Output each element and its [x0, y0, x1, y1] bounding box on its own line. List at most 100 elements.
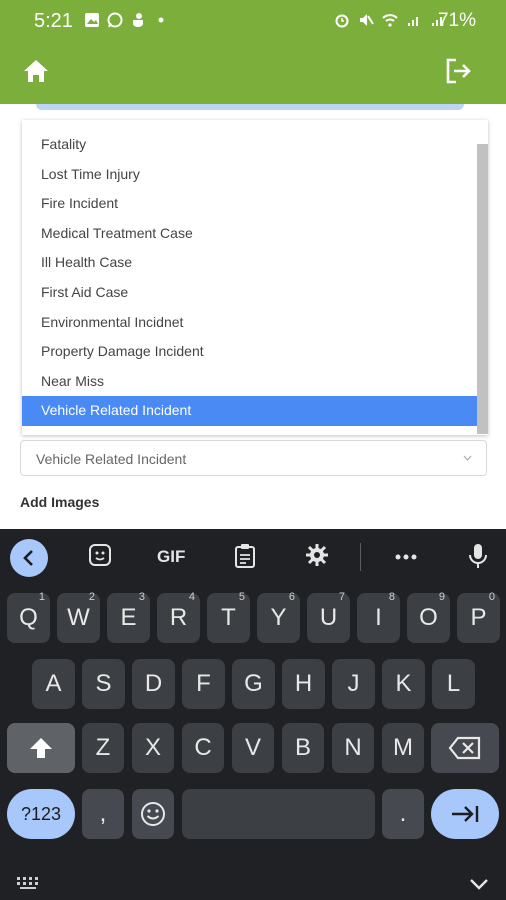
key-hint: 4	[188, 591, 195, 603]
key-label: N	[344, 734, 362, 761]
logout-icon[interactable]	[444, 57, 472, 85]
emoji-key[interactable]	[132, 789, 174, 839]
dropdown-options: Fatality Lost Time Injury Fire Incident Med…	[22, 130, 477, 426]
incident-type-dropdown[interactable]: Fatality Lost Time Injury Fire Incident Med…	[22, 120, 488, 435]
key-hint: 3	[138, 591, 145, 603]
key-label: D	[144, 670, 163, 697]
next-arrow-icon	[452, 806, 479, 822]
key-label: C	[194, 734, 212, 761]
period-key[interactable]: .	[382, 789, 424, 839]
chevron-down-icon	[463, 455, 472, 461]
dropdown-option[interactable]: Environmental Incidnet	[22, 308, 477, 338]
key-label: F	[196, 670, 211, 697]
key-k[interactable]: K	[382, 659, 425, 709]
dropdown-option[interactable]: Fatality	[22, 130, 477, 160]
key-label: X	[144, 734, 161, 761]
key-label: Y	[270, 604, 287, 631]
key-n[interactable]: N	[332, 723, 374, 773]
key-label: H	[294, 670, 313, 697]
key-hint: 2	[88, 591, 95, 603]
key-label: E	[120, 604, 137, 631]
key-label: P	[470, 604, 487, 631]
dropdown-option[interactable]: Near Miss	[22, 367, 477, 397]
dropdown-option[interactable]: Medical Treatment Case	[22, 219, 477, 249]
key-l[interactable]: L	[432, 659, 475, 709]
key-w[interactable]: W2	[57, 591, 100, 643]
dot-icon	[158, 17, 164, 23]
key-g[interactable]: G	[232, 659, 275, 709]
key-m[interactable]: M	[382, 723, 424, 773]
key-o[interactable]: O9	[407, 591, 450, 643]
key-hint: 0	[488, 591, 495, 603]
key-hint: 7	[338, 591, 345, 603]
key-r[interactable]: R4	[157, 591, 200, 643]
key-f[interactable]: F	[182, 659, 225, 709]
status-time: 5:21	[34, 10, 73, 32]
backspace-key[interactable]	[431, 723, 499, 773]
system-icons	[334, 12, 446, 28]
settings-gear-icon[interactable]	[305, 543, 329, 567]
key-q[interactable]: Q1	[7, 591, 50, 643]
key-v[interactable]: V	[232, 723, 274, 773]
key-label: U	[319, 604, 338, 631]
wifi-icon	[382, 14, 398, 27]
gallery-icon	[85, 13, 99, 27]
enter-key[interactable]	[431, 789, 499, 839]
dropdown-option[interactable]: Property Damage Incident	[22, 337, 477, 367]
dropdown-option[interactable]: First Aid Case	[22, 278, 477, 308]
chevron-left-icon	[23, 550, 33, 566]
key-x[interactable]: X	[132, 723, 174, 773]
status-bar: 5:21 71%	[0, 0, 506, 42]
key-hint: 5	[238, 591, 245, 603]
key-hint: 8	[388, 591, 395, 603]
key-d[interactable]: D	[132, 659, 175, 709]
key-c[interactable]: C	[182, 723, 224, 773]
symbols-key[interactable]: ?123	[7, 789, 75, 839]
shift-key[interactable]	[7, 723, 75, 773]
backspace-icon	[448, 736, 481, 760]
emoji-icon	[141, 802, 165, 826]
key-p[interactable]: P0	[457, 591, 500, 643]
key-hint: 1	[38, 591, 45, 603]
key-j[interactable]: J	[332, 659, 375, 709]
key-h[interactable]: H	[282, 659, 325, 709]
dropdown-option[interactable]: Vehicle Related Incident	[22, 396, 477, 426]
key-label: M	[393, 734, 413, 761]
dropdown-option[interactable]: Fire Incident	[22, 189, 477, 219]
key-t[interactable]: T5	[207, 591, 250, 643]
space-key[interactable]	[182, 789, 375, 839]
incident-type-value: Vehicle Related Incident	[36, 451, 187, 467]
more-options-icon[interactable]	[394, 553, 418, 561]
key-u[interactable]: U7	[307, 591, 350, 643]
key-e[interactable]: E3	[107, 591, 150, 643]
key-z[interactable]: Z	[82, 723, 124, 773]
dropdown-scrollbar[interactable]	[477, 144, 488, 434]
teams-icon	[133, 13, 143, 27]
hide-keyboard-icon[interactable]	[469, 878, 489, 890]
sticker-icon[interactable]	[88, 543, 112, 567]
clipboard-icon[interactable]	[233, 543, 257, 569]
key-s[interactable]: S	[82, 659, 125, 709]
key-i[interactable]: I8	[357, 591, 400, 643]
key-y[interactable]: Y6	[257, 591, 300, 643]
key-hint: 9	[438, 591, 445, 603]
incident-type-select[interactable]: Vehicle Related Incident	[20, 440, 487, 476]
key-label: K	[395, 670, 412, 697]
keyboard-back-button[interactable]	[10, 539, 48, 577]
key-b[interactable]: B	[282, 723, 324, 773]
add-images-label: Add Images	[20, 494, 100, 510]
gif-button[interactable]: GIF	[157, 547, 185, 567]
key-label: O	[419, 604, 438, 631]
home-icon[interactable]	[22, 58, 50, 84]
mute-icon	[360, 14, 374, 26]
key-label: Z	[95, 734, 111, 761]
shift-arrow-icon	[30, 738, 52, 758]
comma-key[interactable]: ,	[82, 789, 124, 839]
dropdown-option[interactable]: Ill Health Case	[22, 248, 477, 278]
key-a[interactable]: A	[32, 659, 75, 709]
key-hint: 6	[288, 591, 295, 603]
dropdown-option[interactable]: Lost Time Injury	[22, 160, 477, 190]
keyboard-switcher-icon[interactable]	[16, 876, 42, 890]
notification-icons	[84, 12, 169, 28]
microphone-icon[interactable]	[468, 543, 488, 569]
